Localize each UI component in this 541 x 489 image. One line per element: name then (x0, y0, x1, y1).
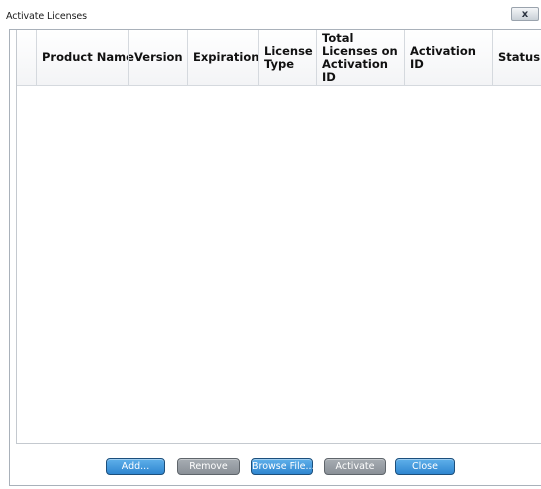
license-table-header: Product Name Version Expiration License … (16, 30, 541, 86)
column-header-activation-id[interactable]: Activation ID (404, 30, 492, 85)
footer-divider (16, 443, 541, 444)
remove-button[interactable]: Remove (177, 458, 240, 475)
column-header-license-type[interactable]: License Type (258, 30, 316, 85)
window-title: Activate Licenses (6, 11, 88, 22)
browse-file-button[interactable]: Browse File... (251, 458, 315, 475)
title-bar: Activate Licenses x (0, 0, 541, 28)
license-table-body[interactable] (16, 86, 541, 443)
close-button[interactable]: Close (395, 458, 455, 475)
column-header-status[interactable]: Status (492, 30, 541, 85)
close-window-icon[interactable]: x (511, 7, 539, 21)
column-header-product-name[interactable]: Product Name (36, 30, 134, 85)
add-button[interactable]: Add... (106, 458, 165, 475)
column-header-expiration[interactable]: Expiration (187, 30, 259, 85)
table-left-border (16, 30, 17, 444)
column-header-total-licenses[interactable]: Total Licenses on Activation ID (316, 30, 404, 85)
activate-button[interactable]: Activate (324, 458, 386, 475)
column-header-version[interactable]: Version (128, 30, 192, 85)
